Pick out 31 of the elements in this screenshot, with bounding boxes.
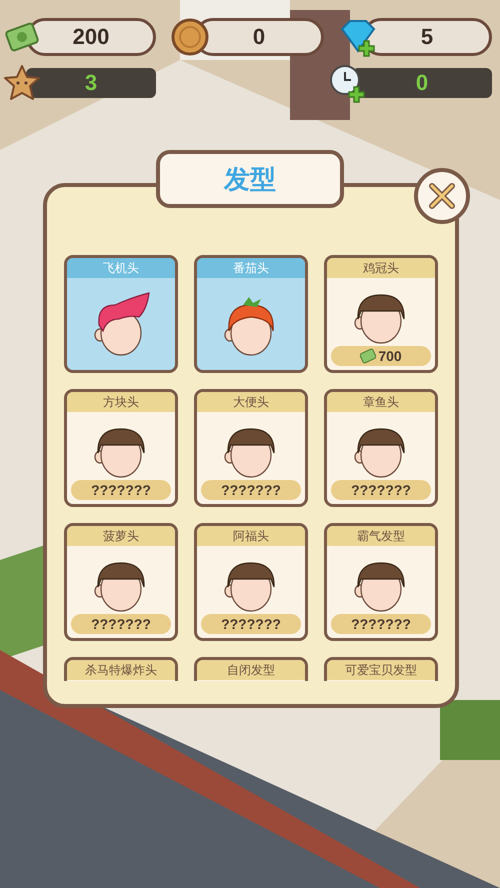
hairstyle-card[interactable]: 章鱼头 ??????? xyxy=(324,389,438,507)
hairstyle-name: 鸡冠头 xyxy=(327,258,435,278)
hairstyle-name: 大便头 xyxy=(197,392,305,412)
price-text: ??????? xyxy=(351,616,411,632)
hairstyle-card[interactable]: 霸气发型 ??????? xyxy=(324,523,438,641)
price-text: ??????? xyxy=(221,482,281,498)
hairstyle-name: 菠萝头 xyxy=(67,526,175,546)
grass-patch xyxy=(440,700,500,760)
price-text: ??????? xyxy=(91,616,151,632)
gem-plus-icon[interactable] xyxy=(338,17,378,57)
star-icon xyxy=(2,63,42,103)
hairstyle-name: 阿福头 xyxy=(197,526,305,546)
hairstyle-name: 霸气发型 xyxy=(327,526,435,546)
price-text: ??????? xyxy=(351,482,411,498)
dialog-title: 发型 xyxy=(156,150,344,208)
hairstyle-name: 章鱼头 xyxy=(327,392,435,412)
hairstyle-name: 方块头 xyxy=(67,392,175,412)
hairstyle-card[interactable]: 鸡冠头 700 xyxy=(324,255,438,373)
star-counter: 3 xyxy=(26,68,156,98)
hairstyle-name: 飞机头 xyxy=(67,258,175,278)
cash-counter: 200 xyxy=(26,18,156,56)
hairstyle-card[interactable]: 阿福头 ??????? xyxy=(194,523,308,641)
hairstyle-card[interactable]: 大便头 ??????? xyxy=(194,389,308,507)
clock-plus-icon[interactable] xyxy=(328,63,368,103)
hairstyle-name: 番茄头 xyxy=(197,258,305,278)
hairstyle-card[interactable]: 菠萝头 ??????? xyxy=(64,523,178,641)
hairstyle-card[interactable]: 方块头 ??????? xyxy=(64,389,178,507)
price-text: 700 xyxy=(378,348,402,364)
cash-icon xyxy=(360,348,376,364)
price-text: ??????? xyxy=(221,616,281,632)
price-text: ??????? xyxy=(91,482,151,498)
